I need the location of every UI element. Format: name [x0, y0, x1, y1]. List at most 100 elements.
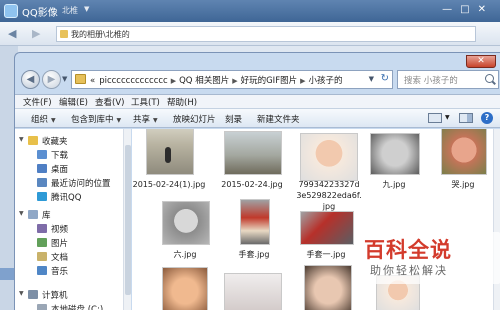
image-thumbnail[interactable]	[224, 273, 282, 310]
chevron-down-icon[interactable]: ▼	[19, 136, 24, 143]
nav-item[interactable]: 文档	[15, 251, 121, 264]
command-button[interactable]: 刻录	[225, 113, 242, 125]
watermark: 百科全说 助你轻松解决	[354, 232, 500, 284]
change-view-icon[interactable]	[428, 113, 442, 123]
nav-group-label: 计算机	[42, 291, 68, 301]
image-thumbnail[interactable]	[300, 133, 358, 181]
file-name: 九.jpg	[382, 180, 406, 189]
breadcrumb-separator-icon: ▶	[232, 77, 238, 85]
nav-group-label: 收藏夹	[42, 137, 68, 147]
nav-item-label: 下载	[51, 151, 69, 161]
qq-viewer-forward-icon[interactable]: ▶	[32, 27, 40, 40]
nav-item[interactable]: 桌面	[15, 163, 121, 176]
nav-item-label: 音乐	[51, 267, 69, 277]
menu-item[interactable]: 查看(V)	[95, 96, 124, 108]
breadcrumb: «piccccccccccccc ▶ QQ 相关图片 ▶ 好玩的GIF图片 ▶ 小孩子的	[90, 74, 342, 86]
nav-item[interactable]: 下载	[15, 149, 121, 162]
nav-item-icon	[37, 266, 47, 275]
menu-bar: 文件(F) 编辑(E) 查看(V) 工具(T) 帮助(H)	[15, 94, 500, 108]
menu-item[interactable]: 工具(T)	[131, 96, 160, 108]
forward-button[interactable]: ▶	[42, 70, 61, 89]
close-button[interactable]: ✕	[466, 55, 496, 68]
file-name: 六.jpg	[173, 250, 197, 259]
menu-item[interactable]: 帮助(H)	[167, 96, 197, 108]
qq-viewer-title: QQ影像	[22, 8, 58, 19]
computer-icon	[28, 290, 38, 299]
search-icon[interactable]	[485, 74, 494, 83]
chevron-down-icon: ▼	[116, 117, 122, 124]
history-dropdown-icon[interactable]: ▼	[62, 75, 67, 83]
nav-item-label: 最近访问的位置	[51, 179, 111, 189]
address-bar[interactable]: «piccccccccccccc ▶ QQ 相关图片 ▶ 好玩的GIF图片 ▶ 小孩子的 ▼…	[71, 70, 393, 89]
help-icon[interactable]: ?	[481, 112, 493, 124]
qq-viewer-titlebar: QQ影像 北椎 ▼ —□✕	[0, 0, 500, 22]
nav-item-label: 桌面	[51, 165, 69, 175]
qq-viewer-user[interactable]: 北椎	[62, 5, 78, 16]
image-thumbnail[interactable]	[370, 133, 420, 175]
nav-item-icon	[37, 224, 47, 233]
chevron-down-icon: ▼	[51, 117, 56, 124]
qq-viewer-user-caret-icon[interactable]: ▼	[84, 5, 89, 13]
watermark-subtitle: 助你轻松解决	[370, 264, 448, 277]
breadcrumb-separator-icon: ▶	[300, 77, 306, 85]
command-button[interactable]: 包含到库中 ▼	[71, 113, 121, 125]
image-thumbnail[interactable]	[300, 211, 354, 245]
nav-item[interactable]: 音乐	[15, 265, 121, 278]
command-label: 放映幻灯片	[173, 115, 216, 125]
nav-item-label: 文档	[51, 253, 69, 263]
nav-item[interactable]: 图片	[15, 237, 121, 250]
command-button[interactable]: 组织 ▼	[31, 113, 56, 125]
breadcrumb-item[interactable]: QQ 相关图片	[179, 76, 229, 86]
nav-item[interactable]: 本地磁盘 (C:)	[15, 303, 121, 310]
chevron-down-icon[interactable]: ▼	[19, 210, 24, 217]
nav-item-label: 本地磁盘 (C:)	[51, 305, 104, 310]
menu-item[interactable]: 编辑(E)	[59, 96, 88, 108]
refresh-icon[interactable]: ↻	[381, 73, 389, 84]
view-options-caret-icon[interactable]: ▼	[445, 114, 450, 121]
chevron-down-icon[interactable]: ▼	[19, 290, 24, 297]
breadcrumb-item[interactable]: 小孩子的	[308, 76, 342, 86]
libraries-icon	[28, 210, 38, 219]
image-thumbnail[interactable]	[240, 199, 270, 245]
favorites-icon	[28, 136, 38, 145]
breadcrumb-overflow[interactable]: «	[90, 76, 95, 86]
qq-viewer-path[interactable]: 我的相册\北椎的	[56, 26, 476, 42]
back-button[interactable]: ◀	[21, 70, 40, 89]
qq-viewer-back-icon[interactable]: ◀	[8, 27, 16, 40]
nav-group-libraries[interactable]: ▼ 库	[15, 209, 121, 222]
address-dropdown-icon[interactable]: ▼	[369, 75, 374, 83]
image-thumbnail[interactable]	[304, 265, 352, 310]
command-label: 新建文件夹	[257, 115, 300, 125]
breadcrumb-item[interactable]: piccccccccccccc	[99, 76, 168, 86]
navigation-pane-scroll-thumb[interactable]	[125, 145, 131, 295]
image-thumbnail[interactable]	[224, 131, 282, 175]
nav-group-favorites[interactable]: ▼ 收藏夹	[15, 135, 121, 148]
nav-group-label: 库	[42, 211, 51, 221]
command-label: 共享	[133, 115, 151, 125]
nav-item-label: 视频	[51, 225, 69, 235]
nav-item-icon	[37, 304, 47, 310]
image-thumbnail[interactable]	[146, 129, 194, 175]
image-thumbnail[interactable]	[441, 129, 487, 175]
image-thumbnail[interactable]	[162, 267, 208, 310]
preview-pane-icon[interactable]	[459, 113, 473, 123]
command-bar: ▼ ? 组织 ▼ 包含到库中 ▼ 共享 ▼ 放映幻灯片 刻录 新建文件夹	[15, 108, 500, 128]
navigation-pane-scrollbar[interactable]	[123, 129, 131, 310]
command-button[interactable]: 共享 ▼	[133, 113, 158, 125]
command-button[interactable]: 放映幻灯片	[173, 113, 216, 125]
search-input[interactable]: 搜索 小孩子的	[397, 70, 499, 89]
nav-item[interactable]: 最近访问的位置	[15, 177, 121, 190]
nav-item-icon	[37, 178, 47, 187]
nav-item[interactable]: 视频	[15, 223, 121, 236]
qq-viewer-window-controls[interactable]: —□✕	[442, 4, 494, 15]
nav-item-icon	[37, 252, 47, 261]
nav-item[interactable]: 腾讯QQ	[15, 191, 121, 204]
command-label: 包含到库中	[71, 115, 114, 125]
file-name: 手套.jpg	[238, 250, 270, 259]
menu-item[interactable]: 文件(F)	[23, 96, 52, 108]
image-thumbnail[interactable]	[162, 201, 210, 245]
command-button[interactable]: 新建文件夹	[257, 113, 300, 125]
watermark-title: 百科全说	[364, 238, 452, 262]
nav-group-computer[interactable]: ▼ 计算机	[15, 289, 121, 302]
breadcrumb-item[interactable]: 好玩的GIF图片	[241, 76, 297, 86]
